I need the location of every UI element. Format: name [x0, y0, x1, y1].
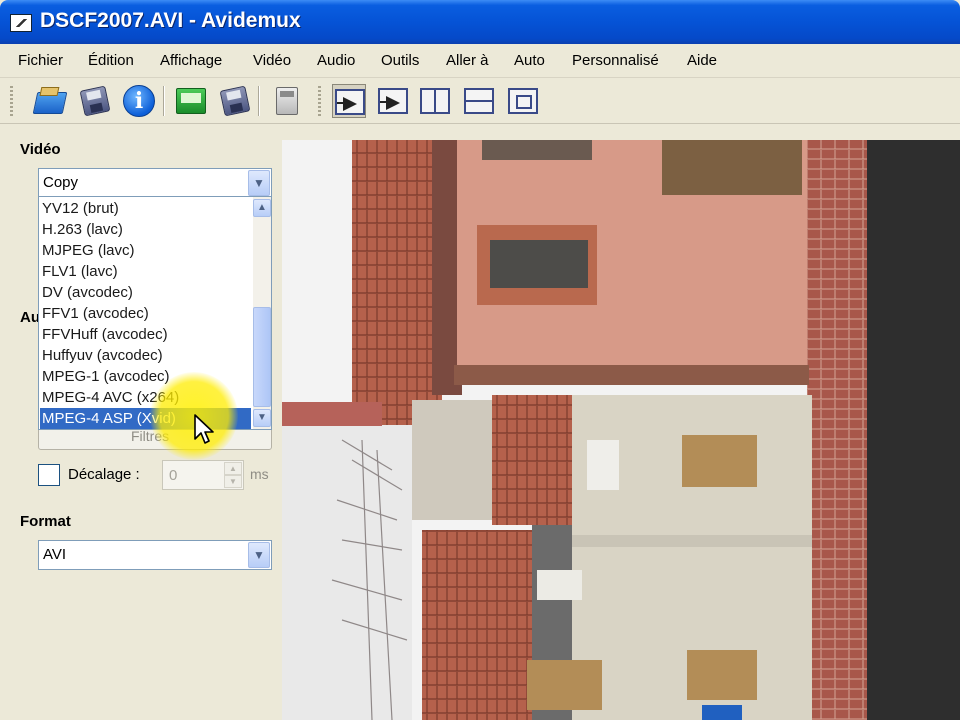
codec-option-huffyuv[interactable]: Huffyuv (avcodec) — [42, 345, 163, 366]
settings-panel: Vidéo Copy ▼ Au Filtres YV12 (brut) H.26… — [0, 124, 282, 720]
preview-image — [282, 140, 960, 720]
offset-checkbox[interactable] — [38, 464, 60, 486]
menu-auto[interactable]: Auto — [514, 52, 545, 69]
video-preview — [282, 140, 960, 720]
play-output-icon — [335, 89, 365, 115]
codec-option-dv[interactable]: DV (avcodec) — [42, 282, 133, 303]
save-disk-icon — [219, 85, 251, 117]
split-horizontal-button[interactable] — [462, 84, 496, 118]
scroll-up-icon[interactable]: ▲ — [253, 199, 271, 217]
codec-option-ffv1[interactable]: FFV1 (avcodec) — [42, 303, 149, 324]
video-codec-select[interactable]: Copy ▼ — [38, 168, 272, 198]
menu-personnalise[interactable]: Personnalisé — [572, 52, 659, 69]
audio-section-label: Au — [20, 309, 38, 326]
next-frame-button[interactable] — [376, 84, 410, 118]
format-value: AVI — [43, 546, 67, 563]
title-bar[interactable]: DSCF2007.AVI - Avidemux — [0, 0, 960, 44]
spin-up-icon[interactable]: ▲ — [224, 462, 242, 475]
offset-value: 0 — [169, 467, 178, 484]
codec-option-flv1[interactable]: FLV1 (lavc) — [42, 261, 118, 282]
split-horizontal-icon — [464, 88, 494, 114]
split-vertical-icon — [420, 88, 450, 114]
menu-edition[interactable]: Édition — [88, 52, 134, 69]
next-frame-icon — [378, 88, 408, 114]
save-button[interactable] — [78, 84, 112, 118]
menu-bar: Fichier Édition Affichage Vidéo Audio Ou… — [0, 44, 960, 78]
dropdown-scrollbar[interactable]: ▲ ▼ — [253, 197, 271, 429]
save-icon — [79, 85, 111, 117]
window-title: DSCF2007.AVI - Avidemux — [40, 9, 301, 32]
chevron-down-icon[interactable]: ▼ — [248, 542, 270, 568]
offset-spinbox[interactable]: 0 ▲ ▼ — [162, 460, 244, 490]
menu-aide[interactable]: Aide — [687, 52, 717, 69]
menu-aller-a[interactable]: Aller à — [446, 52, 489, 69]
toolbar-grip[interactable] — [10, 86, 13, 116]
open-icon — [32, 92, 68, 114]
codec-option-ffvhuff[interactable]: FFVHuff (avcodec) — [42, 324, 168, 345]
toolbar-separator — [163, 86, 165, 116]
inner-frame-icon — [508, 88, 538, 114]
save-as-button[interactable] — [218, 84, 252, 118]
codec-option-yv12[interactable]: YV12 (brut) — [42, 198, 119, 219]
menu-audio[interactable]: Audio — [317, 52, 355, 69]
toolbar-separator — [258, 86, 260, 116]
info-icon: i — [123, 85, 155, 117]
info-button[interactable]: i — [122, 84, 156, 118]
video-codec-value: Copy — [43, 174, 79, 191]
toolbar: i — [0, 78, 960, 124]
scrollbar-thumb[interactable] — [253, 307, 271, 407]
format-select[interactable]: AVI ▼ — [38, 540, 272, 570]
codec-option-mjpeg[interactable]: MJPEG (lavc) — [42, 240, 135, 261]
inner-frame-button[interactable] — [506, 84, 540, 118]
format-section-label: Format — [20, 513, 71, 530]
offset-unit: ms — [250, 466, 269, 482]
split-vertical-button[interactable] — [418, 84, 452, 118]
menu-affichage[interactable]: Affichage — [160, 52, 222, 69]
save-video-button[interactable] — [174, 84, 208, 118]
codec-option-mpeg1[interactable]: MPEG-1 (avcodec) — [42, 366, 170, 387]
app-icon — [10, 14, 32, 32]
open-button[interactable] — [32, 84, 68, 118]
chevron-down-icon[interactable]: ▼ — [248, 170, 270, 196]
avidemux-window: DSCF2007.AVI - Avidemux Fichier Édition … — [0, 0, 960, 720]
calculator-icon — [276, 87, 298, 115]
codec-option-h263[interactable]: H.263 (lavc) — [42, 219, 123, 240]
menu-video[interactable]: Vidéo — [253, 52, 291, 69]
mouse-pointer-icon — [194, 414, 214, 444]
save-as-green-icon — [176, 88, 206, 114]
output-preview-button[interactable] — [332, 84, 366, 118]
video-section-label: Vidéo — [20, 141, 61, 158]
offset-label: Décalage : — [68, 466, 140, 483]
toolbar-grip[interactable] — [318, 86, 321, 116]
spin-down-icon[interactable]: ▼ — [224, 475, 242, 488]
calculator-button[interactable] — [270, 84, 304, 118]
menu-fichier[interactable]: Fichier — [18, 52, 63, 69]
scroll-down-icon[interactable]: ▼ — [253, 409, 271, 427]
menu-outils[interactable]: Outils — [381, 52, 419, 69]
